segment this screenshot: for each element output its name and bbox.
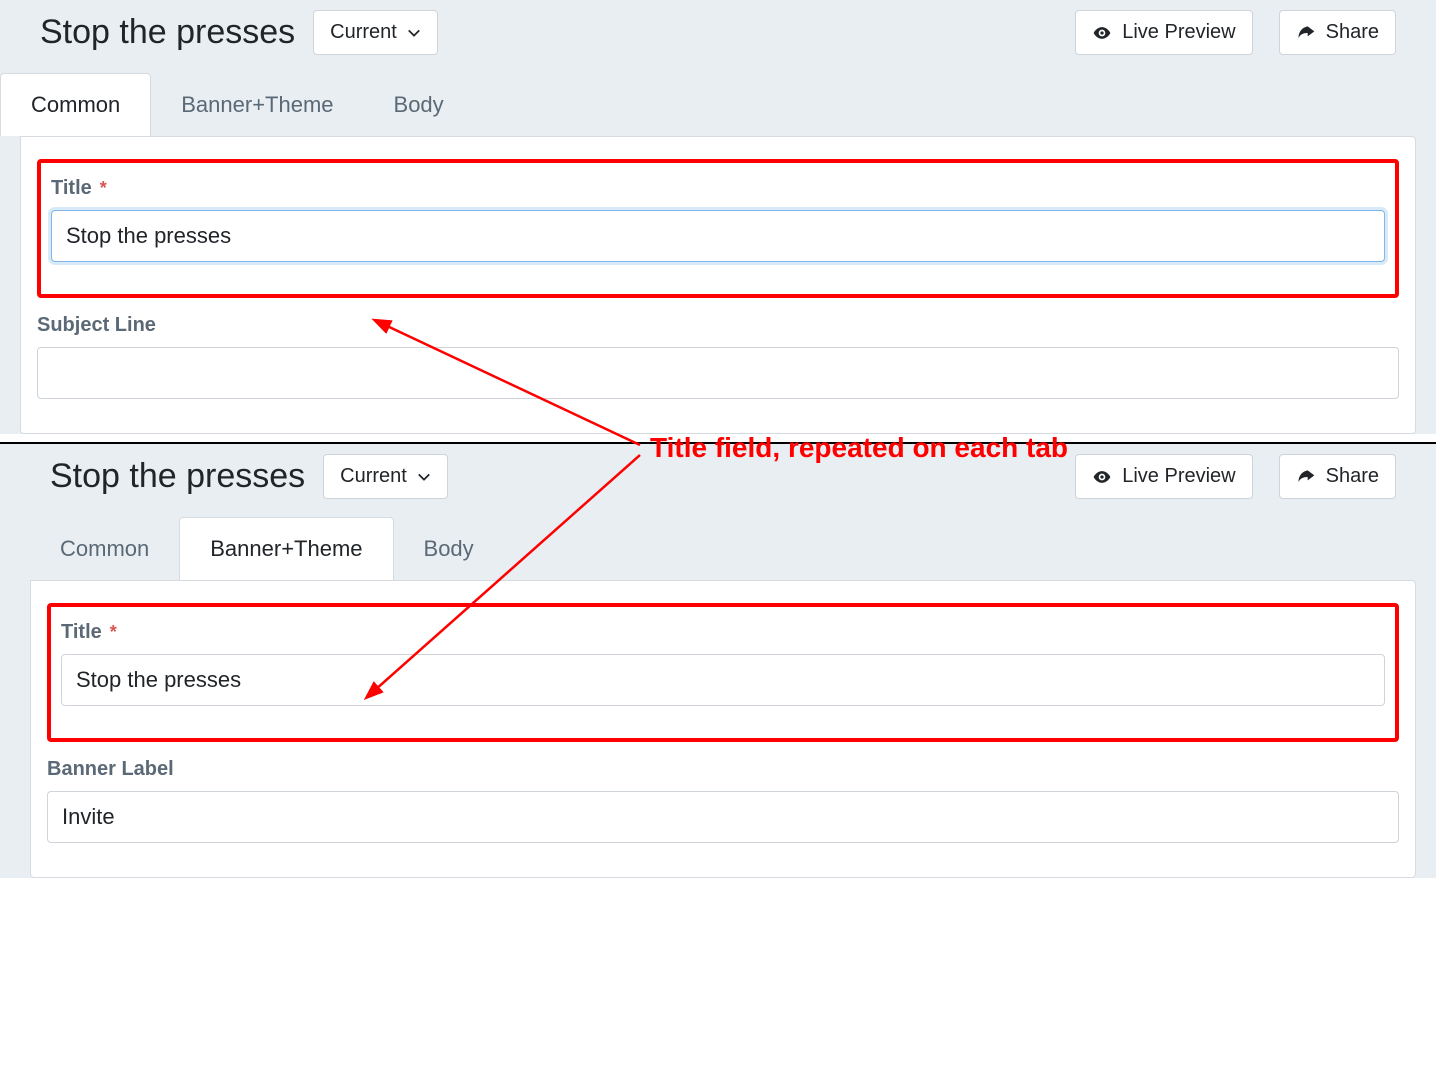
tab-body[interactable]: Body bbox=[394, 518, 504, 580]
title-input[interactable] bbox=[51, 210, 1385, 262]
share-button[interactable]: Share bbox=[1279, 454, 1396, 499]
version-dropdown-label: Current bbox=[340, 465, 407, 488]
bottom-pane: Stop the presses Current Live Preview Sh… bbox=[0, 442, 1436, 878]
bottom-tabs: Common Banner+Theme Body bbox=[0, 517, 1436, 580]
eye-icon bbox=[1092, 467, 1112, 487]
tab-common[interactable]: Common bbox=[30, 518, 179, 580]
subject-line-field: Subject Line bbox=[37, 314, 1399, 399]
annotation-text: Title field, repeated on each tab bbox=[650, 432, 1068, 464]
title-field: Title * bbox=[61, 621, 1385, 706]
subject-line-label: Subject Line bbox=[37, 314, 156, 337]
title-label-text: Title bbox=[61, 621, 102, 644]
share-label: Share bbox=[1326, 465, 1379, 488]
top-header: Stop the presses Current Live Preview Sh… bbox=[0, 0, 1436, 73]
version-dropdown[interactable]: Current bbox=[313, 10, 438, 55]
live-preview-label: Live Preview bbox=[1122, 465, 1235, 488]
chevron-down-icon bbox=[417, 470, 431, 484]
title-label: Title * bbox=[61, 621, 117, 644]
page-title: Stop the presses bbox=[50, 457, 305, 496]
banner-label-field: Banner Label bbox=[47, 758, 1399, 843]
subject-line-input[interactable] bbox=[37, 347, 1399, 399]
share-label: Share bbox=[1326, 21, 1379, 44]
live-preview-button[interactable]: Live Preview bbox=[1075, 454, 1252, 499]
live-preview-button[interactable]: Live Preview bbox=[1075, 10, 1252, 55]
tab-body[interactable]: Body bbox=[364, 74, 474, 136]
top-form: Title * Subject Line bbox=[20, 136, 1416, 434]
tab-banner-theme[interactable]: Banner+Theme bbox=[179, 517, 393, 580]
chevron-down-icon bbox=[407, 26, 421, 40]
annotation-highlight-top: Title * bbox=[37, 159, 1399, 298]
banner-label-label: Banner Label bbox=[47, 758, 174, 781]
version-dropdown[interactable]: Current bbox=[323, 454, 448, 499]
eye-icon bbox=[1092, 23, 1112, 43]
share-button[interactable]: Share bbox=[1279, 10, 1396, 55]
banner-label-input[interactable] bbox=[47, 791, 1399, 843]
version-dropdown-label: Current bbox=[330, 21, 397, 44]
title-label: Title * bbox=[51, 177, 107, 200]
title-label-text: Title bbox=[51, 177, 92, 200]
bottom-form: Title * Banner Label bbox=[30, 580, 1416, 878]
tab-common[interactable]: Common bbox=[0, 73, 151, 136]
title-field: Title * bbox=[51, 177, 1385, 262]
tab-banner-theme[interactable]: Banner+Theme bbox=[151, 74, 363, 136]
annotation-highlight-bottom: Title * bbox=[47, 603, 1399, 742]
top-tabs: Common Banner+Theme Body bbox=[0, 73, 1436, 136]
share-icon bbox=[1296, 23, 1316, 43]
live-preview-label: Live Preview bbox=[1122, 21, 1235, 44]
page-title: Stop the presses bbox=[40, 13, 295, 52]
required-marker: * bbox=[100, 178, 107, 199]
share-icon bbox=[1296, 467, 1316, 487]
title-input[interactable] bbox=[61, 654, 1385, 706]
required-marker: * bbox=[110, 622, 117, 643]
top-pane: Stop the presses Current Live Preview Sh… bbox=[0, 0, 1436, 434]
